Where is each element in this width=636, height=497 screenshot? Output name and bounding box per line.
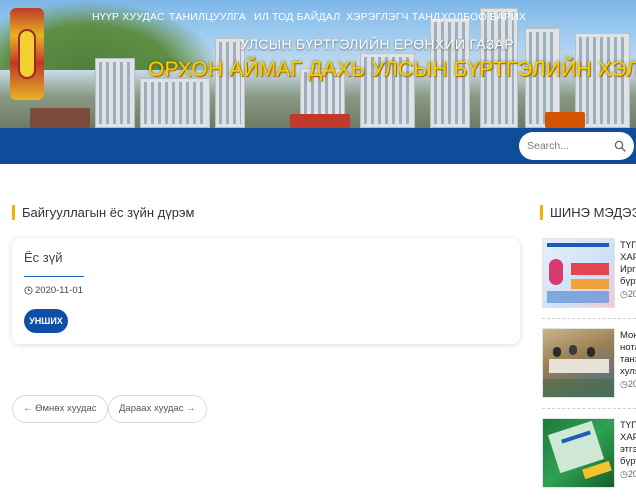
news-line: нота — [620, 342, 636, 353]
nav-item-for-users[interactable]: ХЭРЭГЛЭГЧ ТАНД — [346, 11, 440, 23]
news-thumbnail[interactable] — [542, 418, 615, 488]
news-item-text[interactable]: ТҮГЭ ХАР Ирг бүрт ◷20 — [620, 240, 636, 300]
section-title: Байгууллагын ёс зүйн дүрэм — [12, 205, 195, 220]
banner-roof — [290, 114, 350, 128]
nav-item-contact[interactable]: ХОЛБОО БАРИХ — [441, 11, 526, 23]
post-date-text: 2020-11-01 — [35, 285, 83, 296]
news-date: ◷20 — [620, 289, 636, 299]
search-box — [519, 132, 634, 160]
next-page-button[interactable]: Дараах хуудас → — [108, 395, 207, 423]
news-line: ТҮГЭ — [620, 420, 636, 431]
banner-title: ОРХОН АЙМАГ ДАХЬ УЛСЫН БҮРТГЭЛИЙН ХЭЛТЭС — [148, 58, 636, 81]
news-item-text[interactable]: Мон нота танз хуля ◷20 — [620, 330, 636, 390]
news-line: Мон — [620, 330, 636, 341]
post-date: 2020-11-01 — [24, 285, 83, 296]
search-input[interactable] — [527, 140, 611, 152]
news-line: этгэ — [620, 444, 636, 455]
search-icon[interactable] — [614, 140, 626, 152]
banner-building — [95, 58, 135, 128]
post-title[interactable]: Ёс зүй — [24, 250, 63, 265]
news-item-text[interactable]: ТҮГЭ ХАР этгэ бүрт ◷20 — [620, 420, 636, 480]
banner-roof — [545, 112, 585, 128]
nav-item-about[interactable]: ТАНИЛЦУУЛГА — [169, 11, 246, 23]
post-card: Ёс зүй 2020-11-01 УНШИХ — [12, 238, 520, 344]
soyombo-emblem-icon — [10, 8, 44, 100]
news-line: ХАР — [620, 432, 636, 443]
news-line: ТҮГЭ — [620, 240, 636, 251]
page: УЛСЫН БҮРТГЭЛИЙН ЕРӨНХИЙ ГАЗАР ОРХОН АЙМ… — [0, 0, 636, 497]
news-line: хуля — [620, 366, 636, 377]
news-thumbnail[interactable] — [542, 328, 615, 398]
news-date: ◷20 — [620, 469, 636, 479]
news-line: танз — [620, 354, 636, 365]
banner-roof — [30, 108, 90, 128]
banner-building — [140, 78, 210, 128]
nav-item-transparency[interactable]: ИЛ ТОД БАЙДАЛ — [254, 11, 340, 23]
news-thumbnail[interactable] — [542, 238, 615, 308]
news-divider — [542, 408, 636, 409]
clock-icon — [24, 286, 33, 295]
news-date-text: 20 — [627, 469, 636, 479]
news-date-text: 20 — [627, 289, 636, 299]
news-divider — [542, 318, 636, 319]
banner-subtitle: УЛСЫН БҮРТГЭЛИЙН ЕРӨНХИЙ ГАЗАР — [240, 36, 514, 52]
read-more-button[interactable]: УНШИХ — [24, 309, 68, 333]
prev-page-button[interactable]: ← Өмнөх хуудас — [12, 395, 108, 423]
nav-item-home[interactable]: НҮҮР ХУУДАС — [92, 11, 165, 23]
news-date-text: 20 — [627, 379, 636, 389]
sidebar-title: ШИНЭ МЭДЭЭ — [540, 205, 636, 220]
news-line: Ирг — [620, 264, 636, 275]
news-line: ХАР — [620, 252, 636, 263]
news-line: бүрт — [620, 276, 636, 287]
news-line: бүрт — [620, 456, 636, 467]
post-title-underline — [24, 276, 84, 277]
news-date: ◷20 — [620, 379, 636, 389]
